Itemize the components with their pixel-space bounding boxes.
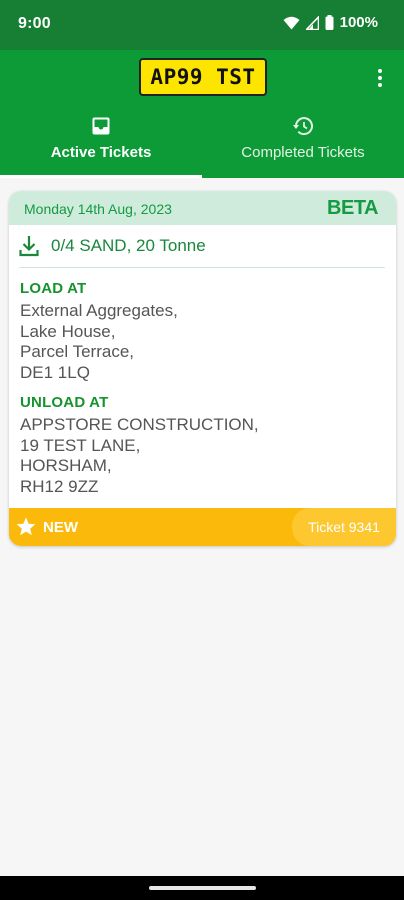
app-bar: AP99 TST Active Tickets Completed Ticket…: [0, 50, 404, 178]
tab-label: Active Tickets: [50, 144, 152, 161]
battery-icon: [325, 15, 334, 30]
more-options-button[interactable]: [368, 64, 392, 92]
tab-completed-tickets[interactable]: Completed Tickets: [202, 112, 404, 178]
star-icon: [16, 517, 36, 536]
ticket-card-header: Monday 14th Aug, 2023 BETA: [9, 191, 396, 225]
signal-icon: [305, 15, 319, 30]
more-vertical-icon: [378, 69, 382, 73]
vehicle-registration-plate[interactable]: AP99 TST: [139, 58, 267, 96]
load-address-line: External Aggregates,: [20, 301, 178, 320]
tab-active-tickets[interactable]: Active Tickets: [0, 112, 202, 178]
product-row: 0/4 SAND, 20 Tonne: [19, 231, 206, 261]
load-address-line: Parcel Terrace,: [20, 342, 135, 361]
active-tab-indicator: [0, 175, 202, 178]
load-section: LOAD AT External Aggregates, Lake House,…: [20, 280, 178, 383]
ticket-card[interactable]: Monday 14th Aug, 2023 BETA 0/4 SAND, 20 …: [9, 191, 396, 546]
ticket-date: Monday 14th Aug, 2023: [24, 201, 172, 217]
status-time: 9:00: [18, 15, 51, 32]
unload-section: UNLOAD AT APPSTORE CONSTRUCTION, 19 TEST…: [20, 394, 259, 497]
tab-label: Completed Tickets: [241, 144, 365, 161]
unload-address-line: APPSTORE CONSTRUCTION,: [20, 415, 259, 434]
ticket-status-bar: NEW Ticket 9341: [9, 508, 396, 546]
ticket-status-label: NEW: [43, 519, 78, 536]
more-vertical-icon-dot: [378, 83, 382, 87]
home-gesture-handle[interactable]: [149, 886, 256, 890]
history-icon: [293, 117, 313, 136]
battery-percentage: 100%: [339, 14, 378, 31]
status-bar: 9:00 100%: [0, 0, 404, 50]
system-navigation-bar: [0, 876, 404, 900]
inbox-icon: [92, 117, 110, 135]
product-description: 0/4 SAND, 20 Tonne: [51, 236, 206, 255]
wifi-icon: [283, 16, 300, 29]
unload-address-line: RH12 9ZZ: [20, 476, 99, 496]
load-at-label: LOAD AT: [20, 280, 87, 297]
status-icons: 100%: [283, 14, 378, 31]
load-address-line: DE1 1LQ: [20, 362, 90, 382]
card-divider: [19, 267, 385, 268]
ticket-number: Ticket 9341: [292, 508, 396, 546]
load-address-line: Lake House,: [20, 321, 116, 341]
unload-address-line: 19 TEST LANE,: [20, 435, 141, 455]
more-vertical-icon-dot: [378, 76, 382, 80]
beta-badge: BETA: [327, 197, 378, 219]
unload-address-line: HORSHAM,: [20, 456, 112, 475]
download-icon: [19, 236, 39, 257]
unload-at-label: UNLOAD AT: [20, 394, 109, 411]
